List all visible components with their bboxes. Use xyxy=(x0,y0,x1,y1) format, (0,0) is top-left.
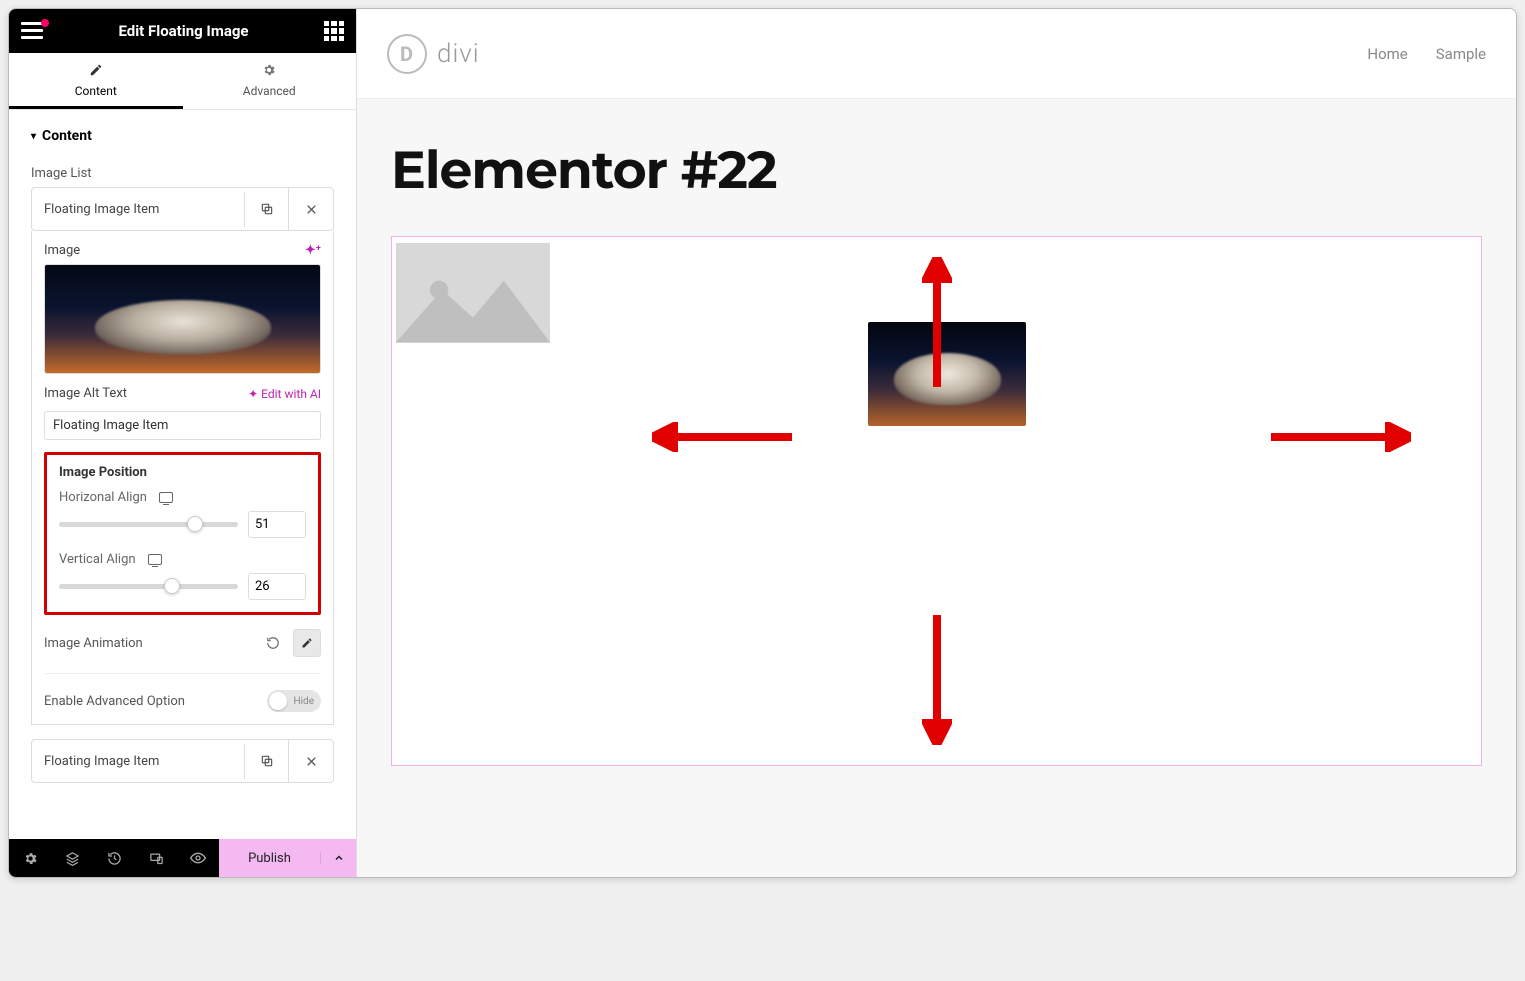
image-list-label: Image List xyxy=(31,166,334,181)
slider-thumb[interactable] xyxy=(164,578,180,594)
page-title: Elementor #22 xyxy=(391,139,1482,202)
publish-options-button[interactable] xyxy=(320,852,356,864)
enable-advanced-label: Enable Advanced Option xyxy=(44,694,185,709)
image-field-label: Image xyxy=(44,243,80,258)
remove-item-button[interactable] xyxy=(289,188,333,230)
item-1-panel: Image ✦⁺ Image Alt Text ✦ Edit with AI I… xyxy=(31,231,334,725)
alt-text-input[interactable] xyxy=(44,411,321,440)
image-list-item-1[interactable]: Floating Image Item xyxy=(31,187,334,231)
ai-sparkle-icon[interactable]: ✦⁺ xyxy=(305,243,321,258)
editor-footer: Publish xyxy=(9,839,356,877)
image-position-highlight: Image Position Horizonal Align Vertical … xyxy=(44,452,321,615)
arrow-right-icon xyxy=(1271,422,1411,452)
sidebar-header: Edit Floating Image xyxy=(9,9,356,53)
reset-animation-button[interactable] xyxy=(259,629,287,657)
publish-button[interactable]: Publish xyxy=(219,851,320,866)
image-position-title: Image Position xyxy=(59,465,306,480)
image-thumbnail[interactable] xyxy=(44,264,321,374)
notification-dot xyxy=(41,19,49,27)
editor-tabs: Content Advanced xyxy=(9,53,356,110)
sidebar-body: Content Image List Floating Image Item I… xyxy=(9,110,356,839)
image-animation-label: Image Animation xyxy=(44,636,143,651)
site-nav: Home Sample xyxy=(1367,45,1486,63)
vertical-align-slider[interactable] xyxy=(59,584,238,589)
nav-sample[interactable]: Sample xyxy=(1436,45,1486,63)
alt-text-label: Image Alt Text xyxy=(44,386,127,401)
pencil-icon xyxy=(89,63,103,80)
section-content-toggle[interactable]: Content xyxy=(31,128,334,144)
image-list-item-2[interactable]: Floating Image Item xyxy=(31,739,334,783)
site-header: D divi Home Sample xyxy=(357,9,1516,99)
duplicate-item-button[interactable] xyxy=(245,188,289,230)
horizontal-align-slider[interactable] xyxy=(59,522,238,527)
enable-advanced-toggle[interactable]: Hide xyxy=(267,690,321,712)
settings-button[interactable] xyxy=(9,839,51,877)
preview-button[interactable] xyxy=(177,839,219,877)
logo-mark-icon: D xyxy=(387,34,427,74)
edit-animation-button[interactable] xyxy=(293,629,321,657)
tab-advanced[interactable]: Advanced xyxy=(183,53,357,109)
duplicate-item-button[interactable] xyxy=(245,740,289,782)
responsive-button[interactable] xyxy=(135,839,177,877)
arrow-up-icon xyxy=(922,257,952,387)
history-button[interactable] xyxy=(93,839,135,877)
site-logo[interactable]: D divi xyxy=(387,34,480,74)
floating-image-widget[interactable] xyxy=(391,236,1482,766)
nav-home[interactable]: Home xyxy=(1367,45,1407,63)
vertical-align-input[interactable] xyxy=(248,573,306,600)
horizontal-align-label: Horizonal Align xyxy=(59,490,147,505)
arrow-left-icon xyxy=(652,422,792,452)
widgets-grid-button[interactable] xyxy=(324,21,344,41)
responsive-device-icon[interactable] xyxy=(148,554,162,565)
responsive-device-icon[interactable] xyxy=(159,492,173,503)
tab-advanced-label: Advanced xyxy=(183,84,357,98)
remove-item-button[interactable] xyxy=(289,740,333,782)
tab-content-label: Content xyxy=(9,84,183,98)
item-2-label: Floating Image Item xyxy=(32,744,245,779)
slider-thumb[interactable] xyxy=(187,516,203,532)
horizontal-align-input[interactable] xyxy=(248,511,306,538)
editor-sidebar: Edit Floating Image Content Advanced C xyxy=(9,9,357,877)
header-title: Edit Floating Image xyxy=(43,22,324,40)
arrow-down-icon xyxy=(922,615,952,745)
item-1-label: Floating Image Item xyxy=(32,192,245,227)
navigator-button[interactable] xyxy=(51,839,93,877)
preview-canvas: D divi Home Sample Elementor #22 xyxy=(357,9,1516,877)
tab-content[interactable]: Content xyxy=(9,53,183,109)
gear-icon xyxy=(262,63,276,80)
edit-with-ai-link[interactable]: ✦ Edit with AI xyxy=(248,387,321,401)
menu-button[interactable] xyxy=(21,22,43,40)
vertical-align-label: Vertical Align xyxy=(59,552,136,567)
placeholder-image xyxy=(396,243,550,343)
